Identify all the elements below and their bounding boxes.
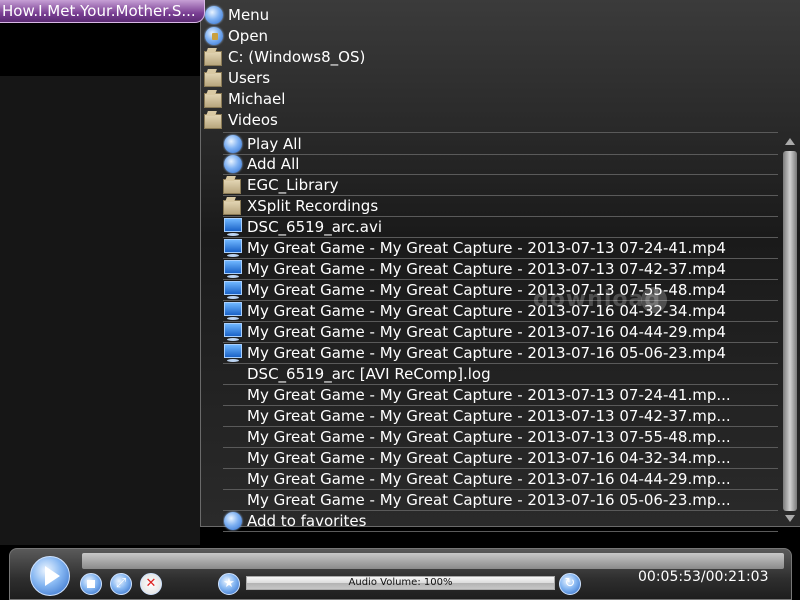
list-item-label: My Great Game - My Great Capture - 2013-… (247, 385, 731, 404)
menu-item[interactable]: Users (204, 67, 794, 88)
menu-item[interactable]: C: (Windows8_OS) (204, 46, 794, 67)
fullscreen-button[interactable]: ⤢ (110, 573, 132, 595)
repeat-button[interactable]: ↻ (559, 573, 581, 595)
menu-item-label: Menu (228, 5, 270, 24)
list-item-label: My Great Game - My Great Capture - 2013-… (247, 427, 731, 446)
folder-icon (223, 176, 243, 194)
list-item[interactable]: My Great Game - My Great Capture - 2013-… (223, 300, 778, 322)
menu-item[interactable]: Open (204, 25, 794, 46)
seek-bar[interactable] (82, 553, 784, 569)
video-file-icon (223, 238, 243, 258)
folder-icon (204, 48, 224, 66)
menu-item-label: Michael (228, 89, 286, 108)
list-item-label: My Great Game - My Great Capture - 2013-… (247, 238, 726, 257)
video-file-icon (223, 343, 243, 363)
list-item[interactable]: My Great Game - My Great Capture - 2013-… (223, 405, 778, 427)
add-all-icon (223, 154, 243, 174)
menu-item-label: C: (Windows8_OS) (228, 47, 366, 66)
play-button[interactable] (30, 556, 70, 596)
list-item-label: My Great Game - My Great Capture - 2013-… (247, 259, 726, 278)
blank-file-icon (223, 490, 243, 510)
scroll-up-icon[interactable] (785, 138, 795, 145)
menu-item[interactable]: Michael (204, 88, 794, 109)
play-all-icon (223, 134, 243, 154)
stop-button[interactable] (80, 573, 102, 595)
list-item[interactable]: My Great Game - My Great Capture - 2013-… (223, 321, 778, 343)
list-item[interactable]: My Great Game - My Great Capture - 2013-… (223, 489, 778, 511)
list-item[interactable]: My Great Game - My Great Capture - 2013-… (223, 237, 778, 259)
menu-item-label: Videos (228, 110, 278, 129)
playback-time: 00:05:53/00:21:03 (638, 569, 769, 585)
window-title: How.I.Met.Your.Mother.S... (0, 0, 205, 23)
watermark-logo-icon (641, 287, 667, 313)
list-item[interactable]: Add All (223, 153, 778, 175)
video-background (0, 76, 200, 545)
list-item[interactable]: My Great Game - My Great Capture - 2013-… (223, 384, 778, 406)
list-item[interactable]: DSC_6519_arc [AVI ReComp].log (223, 363, 778, 385)
folder-icon (204, 90, 224, 108)
favorite-star-button[interactable]: ★ (218, 573, 240, 595)
video-file-icon (223, 322, 243, 342)
volume-label: Audio Volume: 100% (348, 577, 453, 588)
list-item-label: Add All (247, 154, 300, 173)
list-item-label: EGC_Library (247, 175, 339, 194)
list-item[interactable]: Play All (223, 132, 778, 155)
menu-item-label: Users (228, 68, 271, 87)
menu-item[interactable]: Videos (204, 109, 794, 130)
scroll-thumb[interactable] (783, 151, 797, 511)
file-browser-menu: Menu Open C: (Windows8_OS) Users Michael Vide… (200, 0, 800, 532)
list-item-label: Play All (247, 134, 302, 153)
list-item-label: My Great Game - My Great Capture - 2013-… (247, 469, 731, 488)
close-button[interactable]: ✕ (140, 573, 162, 595)
folder-icon (204, 69, 224, 87)
video-file-icon (223, 217, 243, 237)
list-item-label: Add to favorites (247, 511, 367, 530)
scroll-down-icon[interactable] (785, 515, 795, 522)
video-file-icon (223, 280, 243, 300)
list-item[interactable]: My Great Game - My Great Capture - 2013-… (223, 258, 778, 280)
list-item-label: XSplit Recordings (247, 196, 379, 215)
list-item-label: DSC_6519_arc [AVI ReComp].log (247, 364, 491, 383)
list-item[interactable]: DSC_6519_arc.avi (223, 216, 778, 238)
blank-file-icon (223, 385, 243, 405)
video-file-icon (223, 259, 243, 279)
list-item-label: My Great Game - My Great Capture - 2013-… (247, 448, 731, 467)
list-item[interactable]: My Great Game - My Great Capture - 2013-… (223, 342, 778, 364)
folder-icon (204, 111, 224, 129)
list-item-label: My Great Game - My Great Capture - 2013-… (247, 490, 731, 509)
favorites-icon (223, 511, 243, 531)
list-item-label: DSC_6519_arc.avi (247, 217, 382, 236)
blank-file-icon (223, 364, 243, 384)
list-item[interactable]: XSplit Recordings (223, 195, 778, 217)
menu-scrollbar[interactable] (780, 136, 800, 526)
list-item[interactable]: My Great Game - My Great Capture - 2013-… (223, 426, 778, 448)
blank-file-icon (223, 427, 243, 447)
blank-file-icon (223, 406, 243, 426)
menu-item[interactable]: Menu (204, 4, 794, 25)
list-item-label: My Great Game - My Great Capture - 2013-… (247, 343, 726, 362)
open-icon (204, 26, 224, 46)
list-item-label: My Great Game - My Great Capture - 2013-… (247, 406, 731, 425)
folder-icon (223, 197, 243, 215)
list-item[interactable]: Add to favorites (223, 510, 778, 532)
player-controls: ⤢ ✕ ★ Audio Volume: 100% ↻ 00:05:53/00:2… (9, 548, 792, 600)
video-file-icon (223, 301, 243, 321)
menu-item-label: Open (228, 26, 269, 45)
blank-file-icon (223, 469, 243, 489)
list-item-label: My Great Game - My Great Capture - 2013-… (247, 322, 726, 341)
list-item[interactable]: My Great Game - My Great Capture - 2013-… (223, 279, 778, 301)
blank-file-icon (223, 448, 243, 468)
list-item[interactable]: My Great Game - My Great Capture - 2013-… (223, 447, 778, 469)
volume-slider[interactable]: Audio Volume: 100% (246, 576, 555, 590)
list-item[interactable]: EGC_Library (223, 174, 778, 196)
list-item[interactable]: My Great Game - My Great Capture - 2013-… (223, 468, 778, 490)
orb-icon (204, 5, 224, 25)
